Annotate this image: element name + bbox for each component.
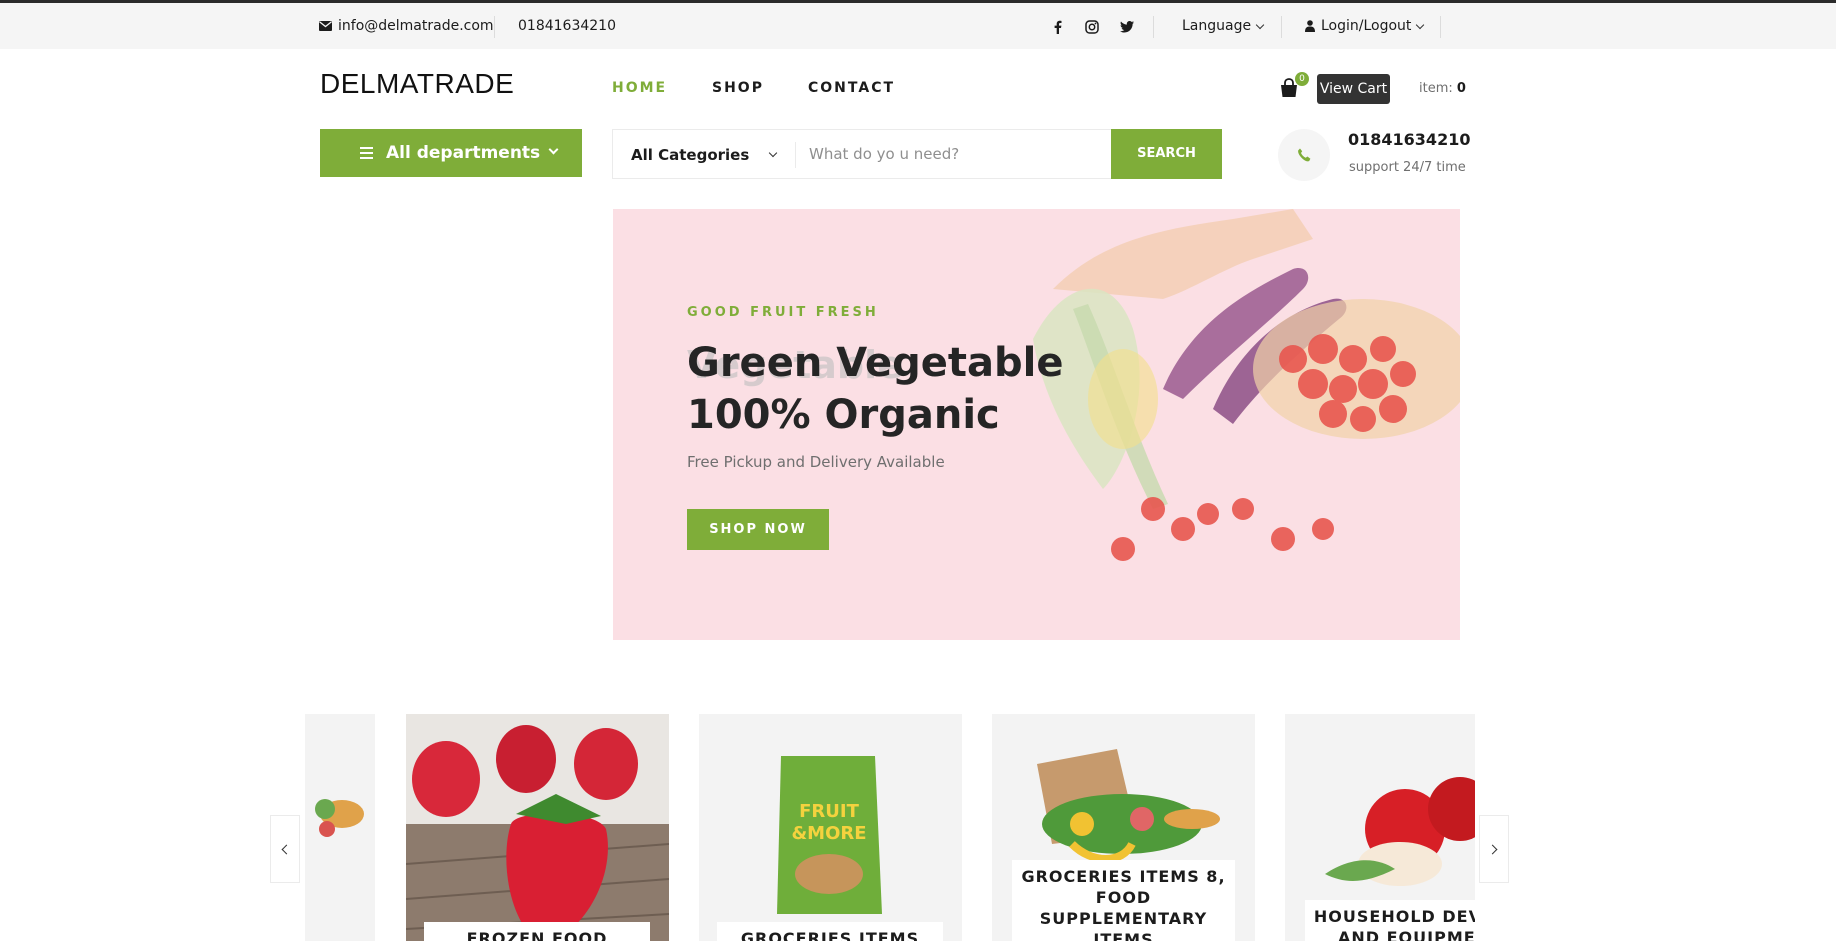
contact-phone: 01841634210 [518,18,616,34]
category-card[interactable]: GROCERIES ITEMS 8, FOOD SUPPLEMENTARY IT… [992,714,1255,941]
carousel-prev-button[interactable] [270,815,300,883]
divider [1281,16,1282,38]
svg-text:FRUIT: FRUIT [799,801,859,822]
category-card[interactable]: HOUSEHOLD DEVICES AND EQUIPMENT [1285,714,1475,941]
all-departments-label: All departments [386,143,541,163]
user-icon [1305,20,1315,32]
hero-title-line1: Green Vegetable [687,340,1064,386]
divider [1440,16,1441,38]
facebook-icon[interactable] [1048,17,1068,37]
support-phone: 01841634210 [1348,130,1471,149]
phone-icon [1278,129,1330,181]
divider [795,142,796,168]
login-dropdown[interactable]: Login/Logout [1305,18,1425,34]
envelope-icon [319,21,332,31]
chevron-down-icon [1255,20,1265,29]
chevron-down-icon [548,144,559,155]
category-label: FROZEN FOOD [424,922,650,941]
cart-count-badge: 0 [1295,72,1309,86]
all-departments-button[interactable]: All departments [320,129,582,177]
nav-contact[interactable]: CONTACT [808,80,895,96]
contact-email[interactable]: info@delmatrade.com [319,18,494,34]
chevron-down-icon [768,148,778,158]
category-card[interactable] [406,714,669,941]
shop-now-button[interactable]: SHOP NOW [687,509,829,550]
category-select[interactable]: All Categories [631,146,749,164]
hero-kicker: GOOD FRUIT FRESH [687,305,879,320]
twitter-icon[interactable] [1117,17,1137,37]
login-label: Login/Logout [1321,18,1412,34]
category-label: GROCERIES ITEMS 8, FOOD SUPPLEMENTARY IT… [1012,860,1235,941]
site-logo[interactable]: DELMATRADE [320,68,514,100]
category-image [406,714,669,941]
hero-title: Green Vegetable 100% Organic [687,337,1063,441]
nav-shop[interactable]: SHOP [712,80,764,96]
hero-title-line2: 100% Organic [687,392,1000,438]
search-input[interactable] [809,140,1109,168]
category-image [315,799,364,837]
search-button[interactable]: SEARCH [1111,129,1222,179]
view-cart-button[interactable]: View Cart [1317,74,1390,104]
carousel-next-button[interactable] [1479,815,1509,883]
instagram-icon[interactable] [1082,17,1102,37]
category-image: FRUIT &MORE [777,756,882,914]
email-text: info@delmatrade.com [338,18,494,34]
hero-banner: GOOD FRUIT FRESH Vegetable Green Vegetab… [613,209,1460,640]
category-carousel: FRUIT &MORE GROCERIES ITEMS 8, FOOD SUPP… [305,714,1475,941]
search-bar: All Categories SEARCH [612,129,1222,179]
chevron-down-icon [1416,20,1425,29]
hero-subtitle: Free Pickup and Delivery Available [687,453,945,471]
category-label: GROCERIES ITEMS [717,922,943,941]
support-text: support 24/7 time [1349,160,1466,175]
language-dropdown[interactable]: Language [1182,18,1265,34]
menu-icon [360,147,373,159]
items-value: 0 [1456,81,1466,96]
chevron-right-icon [1487,844,1498,854]
items-count: item: 0 [1419,81,1466,96]
svg-text:&MORE: &MORE [791,823,866,844]
nav-home[interactable]: HOME [612,80,667,96]
language-label: Language [1182,18,1252,34]
category-card[interactable]: FRUIT &MORE [699,714,962,941]
divider [1153,16,1154,38]
category-label: HOUSEHOLD DEVICES AND EQUIPMENT [1305,900,1475,941]
items-label: item: [1419,81,1453,96]
chevron-left-icon [281,844,292,854]
top-bar: info@delmatrade.com 01841634210 Language… [0,3,1836,49]
divider [494,16,495,38]
category-card[interactable] [305,714,375,941]
